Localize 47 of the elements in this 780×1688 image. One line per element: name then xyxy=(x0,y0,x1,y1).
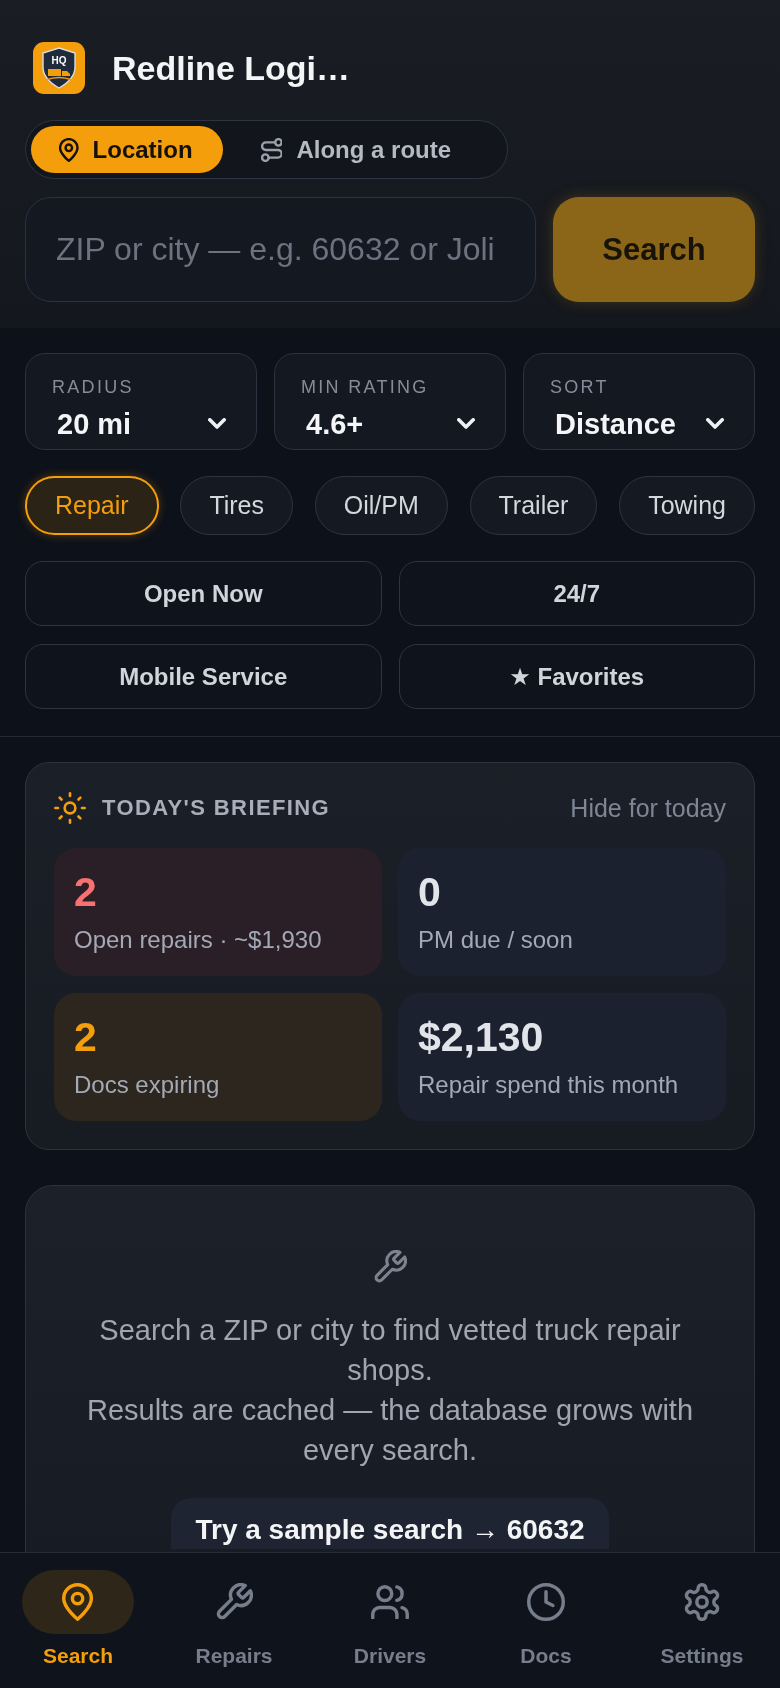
stat-label: Open repairs · ~$1,930 xyxy=(74,926,323,954)
people-icon xyxy=(371,1584,409,1620)
empty-state-text: Search a ZIP or city to find vetted truck repair shops. xyxy=(98,1313,682,1388)
gear-icon xyxy=(683,1583,721,1621)
nav-tab[interactable]: Repairs xyxy=(156,1553,312,1688)
filter-dropdown[interactable]: MIN RATING 4.6+ xyxy=(274,353,506,450)
stat-label: Docs expiring xyxy=(74,1071,221,1099)
nav-tab[interactable]: Settings xyxy=(624,1553,780,1688)
route-icon xyxy=(260,137,283,162)
empty-state-text: Results are cached — the database grows with every search. xyxy=(85,1393,695,1468)
wrench-icon xyxy=(215,1583,253,1621)
filter-dropdown[interactable]: SORT Distance xyxy=(523,353,755,450)
filter-toggle[interactable]: Mobile Service xyxy=(25,644,382,709)
hide-link[interactable]: Hide for today xyxy=(570,793,726,823)
briefing-title: TODAY'S BRIEFING xyxy=(102,795,331,821)
chevron-down-icon xyxy=(208,418,226,429)
filter-toggle[interactable]: ★ Favorites xyxy=(398,644,755,709)
stat-value: $2,130 xyxy=(418,1015,545,1059)
stat-value: 2 xyxy=(74,870,98,914)
stat-value: 2 xyxy=(74,1015,98,1059)
filter-toggle[interactable]: 24/7 xyxy=(398,561,755,626)
search-mode-tab[interactable]: Location xyxy=(31,126,223,173)
map-pin-icon xyxy=(62,1583,94,1621)
chevron-down-icon xyxy=(706,418,724,429)
category-chip[interactable]: Trailer xyxy=(469,476,598,535)
map-pin-icon xyxy=(59,137,79,162)
category-chip[interactable]: Repair xyxy=(25,476,159,535)
category-chip[interactable]: Tires xyxy=(180,476,294,535)
stat-value: 0 xyxy=(418,870,442,914)
category-chip[interactable]: Oil/PM xyxy=(314,476,448,535)
stat-label: PM due / soon xyxy=(418,926,574,954)
app-title: Redline Logi… xyxy=(112,48,350,88)
nav-tab[interactable]: Drivers xyxy=(312,1553,468,1688)
chevron-down-icon xyxy=(457,418,475,429)
search-mode-tab[interactable]: Along a route xyxy=(232,126,482,173)
nav-tab[interactable]: Search xyxy=(0,1553,156,1688)
filter-toggle[interactable]: Open Now xyxy=(25,561,382,626)
category-chip[interactable]: Towing xyxy=(619,476,755,535)
wrench-icon xyxy=(373,1250,407,1284)
search-field[interactable]: ZIP or city — e.g. 60632 or Joli xyxy=(25,197,536,302)
shield-truck-logo: HQ xyxy=(33,42,85,94)
sun-icon xyxy=(54,792,86,824)
stat-label: Repair spend this month xyxy=(418,1071,680,1099)
nav-tab[interactable]: Docs xyxy=(468,1553,624,1688)
filter-dropdown[interactable]: RADIUS 20 mi xyxy=(25,353,257,450)
sample-search-button[interactable]: Try a sample search → 60632 xyxy=(171,1498,609,1549)
clock-icon xyxy=(527,1583,565,1621)
